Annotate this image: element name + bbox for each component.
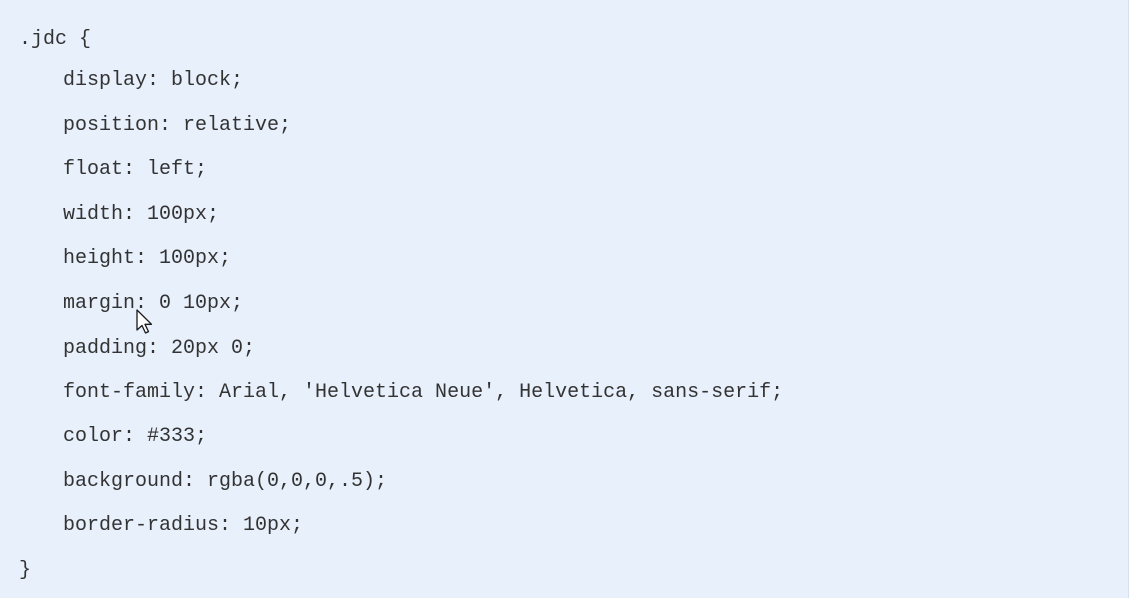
code-line-background: background: rgba(0,0,0,.5);: [63, 470, 388, 493]
code-block: .jdc { display: block; position: relativ…: [0, 0, 1129, 598]
code-line-float: float: left;: [63, 158, 208, 181]
selector-line: .jdc {: [19, 28, 92, 51]
code-line-height: height: 100px;: [63, 247, 232, 270]
code-line-font-family: font-family: Arial, 'Helvetica Neue', He…: [63, 381, 784, 404]
mouse-pointer-icon: [136, 309, 153, 334]
code-line-color: color: #333;: [63, 425, 208, 448]
code-line-margin: margin: 0 10px;: [63, 292, 244, 315]
code-line-padding: padding: 20px 0;: [63, 337, 256, 360]
code-line-display: display: block;: [63, 69, 244, 92]
closing-brace: }: [19, 559, 32, 582]
code-line-width: width: 100px;: [63, 203, 220, 226]
code-line-border-radius: border-radius: 10px;: [63, 514, 304, 537]
code-line-position: position: relative;: [63, 114, 292, 137]
